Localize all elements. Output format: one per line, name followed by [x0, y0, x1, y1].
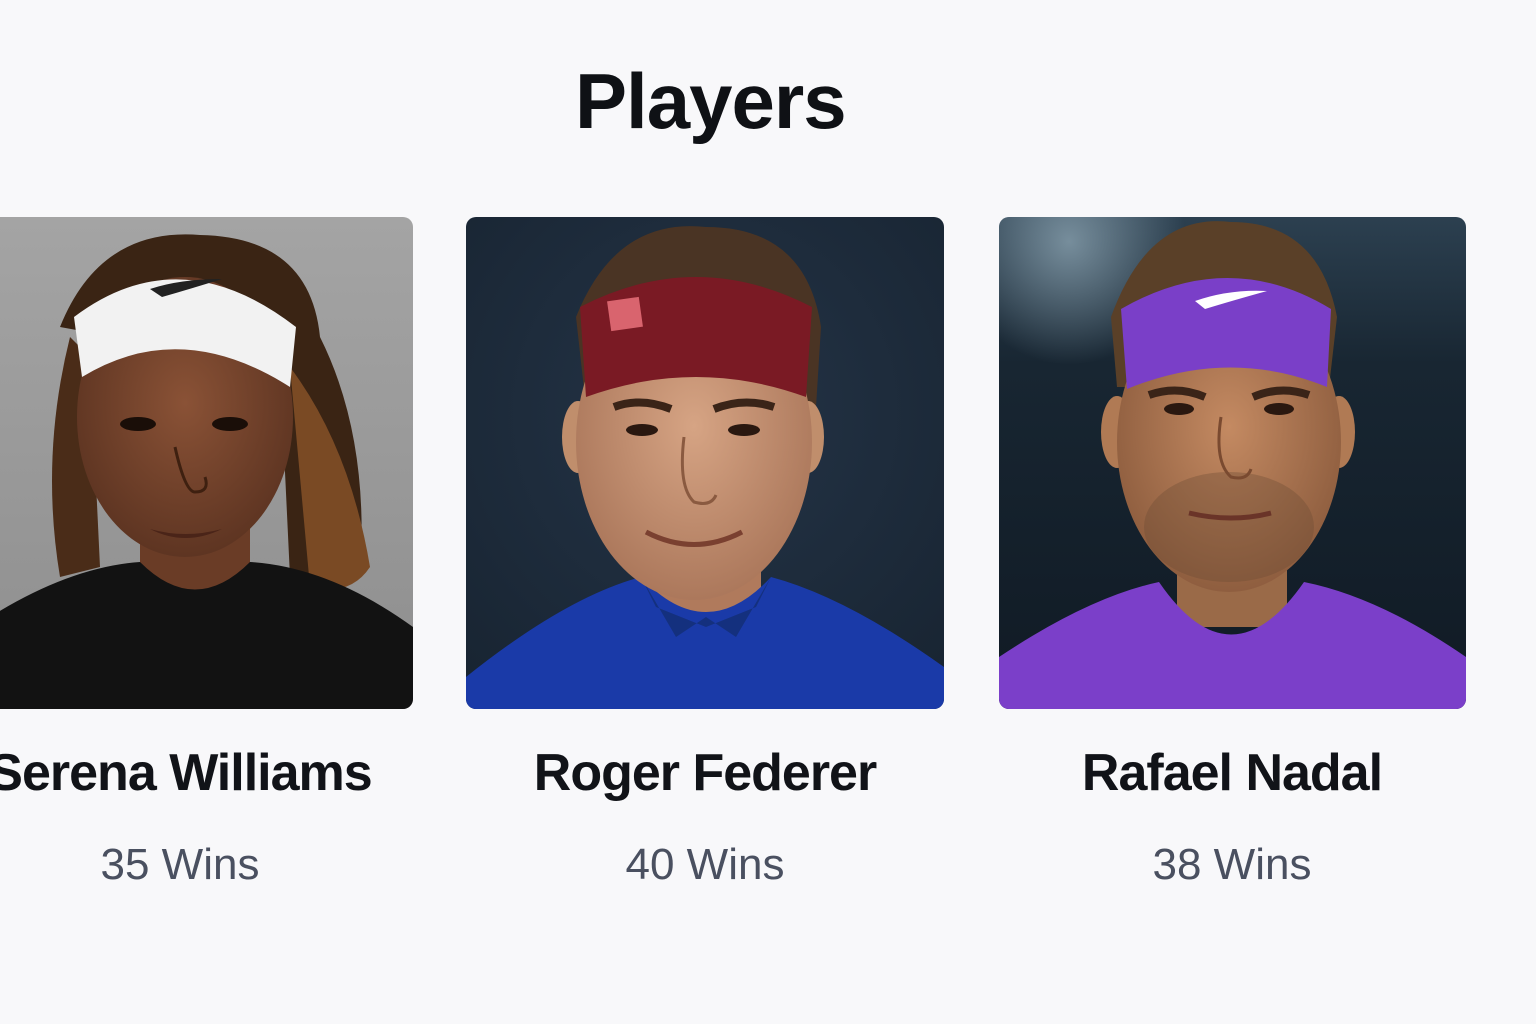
player-wins: 40 Wins: [625, 840, 785, 889]
player-name[interactable]: Roger Federer: [405, 747, 1005, 799]
page-title: Players: [575, 57, 847, 145]
players-page: Players Serena Williams 35 Wins Roger Fe…: [0, 0, 1536, 1024]
player-name[interactable]: Rafael Nadal: [932, 747, 1532, 799]
player-photo[interactable]: [466, 217, 944, 709]
player-wins: 38 Wins: [1152, 840, 1312, 889]
player-photo[interactable]: [0, 217, 413, 709]
player-photo[interactable]: [999, 217, 1466, 709]
